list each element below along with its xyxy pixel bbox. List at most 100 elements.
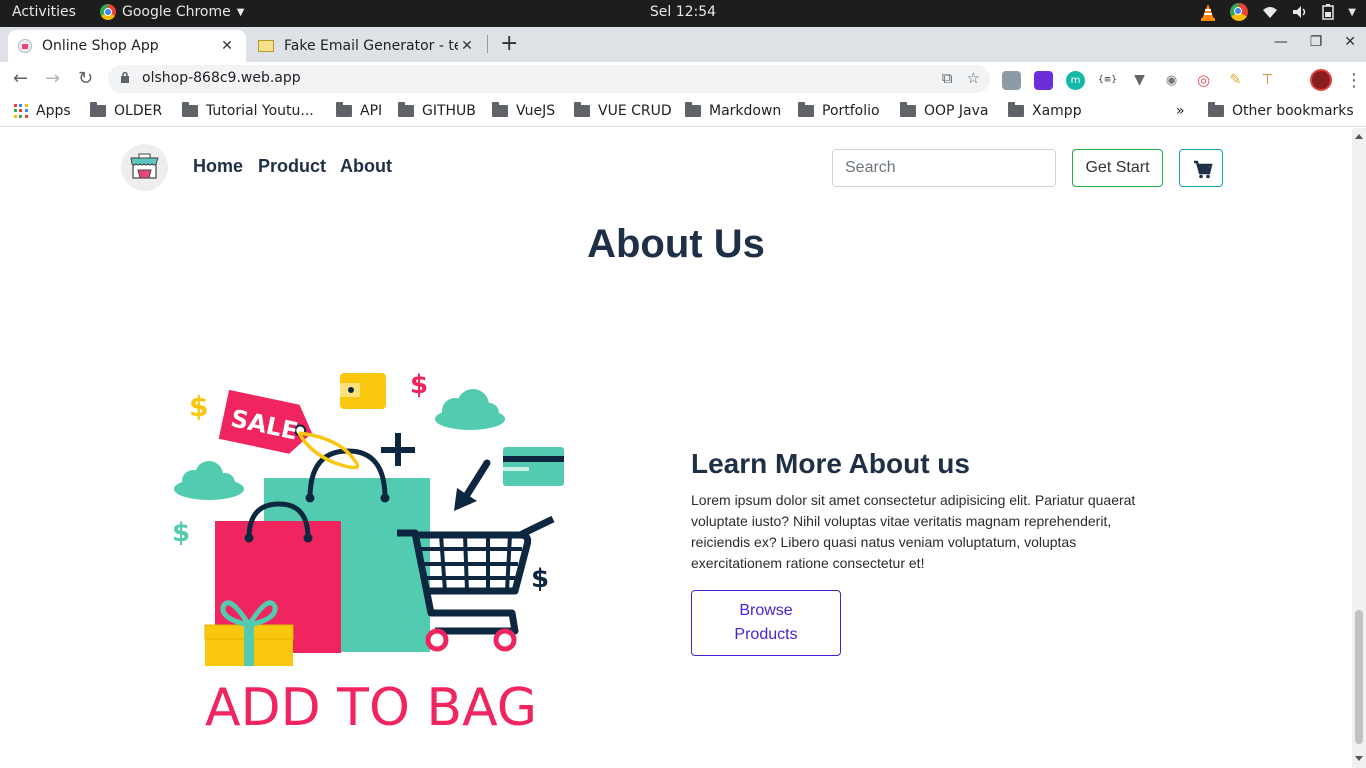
dollar-icon: $	[531, 564, 549, 594]
bookmark-label: OOP Java	[924, 103, 989, 119]
folder-icon	[492, 102, 508, 117]
chrome-menu-icon[interactable]: ⋮	[1345, 70, 1363, 91]
volume-icon[interactable]	[1292, 5, 1308, 19]
folder-icon	[900, 102, 916, 117]
lastpass-icon[interactable]: ◎	[1194, 70, 1213, 90]
shopping-cart-icon	[1194, 160, 1213, 179]
mail-favicon-icon	[258, 40, 274, 52]
tab-fake-email[interactable]: Fake Email Generator - ten ✕	[248, 30, 486, 62]
folder-icon	[798, 102, 814, 117]
close-icon[interactable]: ✕	[458, 38, 476, 54]
bookmark-folder[interactable]: VueJS	[492, 102, 555, 119]
folder-icon	[90, 102, 106, 117]
extension-icon[interactable]	[1002, 70, 1021, 90]
other-bookmarks[interactable]: Other bookmarks	[1208, 102, 1354, 119]
lock-icon[interactable]	[120, 71, 130, 83]
bookmark-folder[interactable]: GITHUB	[398, 102, 476, 119]
window-close-icon[interactable]: ✕	[1344, 34, 1356, 50]
bookmark-folder[interactable]: VUE CRUD	[574, 102, 672, 119]
folder-icon	[574, 102, 590, 117]
close-icon[interactable]: ✕	[218, 38, 236, 54]
browse-products-button[interactable]: Browse Products	[691, 590, 841, 656]
shop-logo[interactable]	[121, 144, 168, 191]
profile-avatar[interactable]	[1310, 69, 1332, 91]
site-navbar: Home Product About Search Get Start	[0, 128, 1352, 208]
translate-icon[interactable]: ⧉	[942, 69, 953, 87]
battery-icon[interactable]	[1322, 4, 1335, 20]
tab-separator	[487, 35, 488, 53]
clock[interactable]: Sel 12:54	[0, 4, 1366, 20]
restore-icon[interactable]: ❐	[1310, 34, 1323, 50]
scrollbar-thumb[interactable]	[1355, 610, 1363, 744]
arrow-icon	[454, 459, 491, 511]
extensions-area: m {≡} ▼ ◉ ◎ ✎ ⊤ ⋮	[1002, 69, 1363, 91]
bookmark-folder[interactable]: Markdown	[685, 102, 781, 119]
bookmark-label: Apps	[36, 103, 71, 119]
browse-products-line2: Products	[734, 626, 798, 643]
cart-button[interactable]	[1179, 149, 1223, 187]
new-tab-button[interactable]: +	[500, 31, 518, 56]
color-picker-icon[interactable]: ✎	[1226, 70, 1245, 90]
scroll-down-arrow-icon[interactable]	[1355, 756, 1363, 761]
bookmark-folder[interactable]: Portfolio	[798, 102, 880, 119]
cloud-icon	[435, 389, 505, 430]
folder-icon	[1008, 102, 1024, 117]
forward-arrow-icon[interactable]: →	[45, 68, 60, 89]
tab-online-shop[interactable]: Online Shop App ✕	[8, 30, 246, 62]
vue-devtools-icon[interactable]: ▼	[1130, 70, 1149, 90]
tab-title: Fake Email Generator - ten	[284, 38, 458, 54]
page-scrollbar[interactable]	[1352, 128, 1366, 768]
tab-strip: Online Shop App ✕ Fake Email Generator -…	[0, 27, 1366, 62]
back-arrow-icon[interactable]: ←	[13, 68, 28, 89]
ruler-icon[interactable]: ⊤	[1258, 70, 1277, 90]
json-formatter-icon[interactable]: {≡}	[1098, 70, 1117, 90]
extension-m-icon[interactable]: m	[1066, 70, 1085, 90]
folder-icon	[398, 102, 414, 117]
system-tray[interactable]: ▼	[1200, 3, 1356, 21]
url-text[interactable]: olshop-868c9.web.app	[142, 70, 301, 86]
bookmark-label: Portfolio	[822, 103, 880, 119]
bookmark-star-icon[interactable]: ☆	[967, 69, 980, 87]
folder-icon	[336, 102, 352, 117]
wifi-icon[interactable]	[1262, 5, 1278, 19]
dollar-icon: $	[189, 390, 208, 423]
dollar-icon: $	[172, 518, 190, 548]
extension-cube-icon[interactable]	[1034, 70, 1053, 90]
chrome-tray-icon[interactable]	[1230, 3, 1249, 21]
system-menu-chevron-icon[interactable]: ▼	[1348, 7, 1356, 18]
wallet-icon	[340, 373, 386, 409]
bookmark-folder[interactable]: Xampp	[1008, 102, 1082, 119]
shop-favicon-icon	[18, 39, 32, 53]
scroll-up-arrow-icon[interactable]	[1355, 134, 1363, 139]
section-body-text: Lorem ipsum dolor sit amet consectetur a…	[691, 492, 1136, 571]
bookmark-label: OLDER	[114, 103, 163, 119]
cart-wheel	[493, 628, 517, 652]
nav-product-link[interactable]: Product	[258, 156, 326, 177]
page-title: About Us	[587, 222, 765, 266]
reload-icon[interactable]: ↻	[78, 68, 93, 89]
apps-grid-icon	[14, 104, 28, 118]
camera-icon[interactable]: ◉	[1162, 70, 1181, 90]
bookmarks-bar: Apps OLDER Tutorial Youtu... API GITHUB …	[0, 96, 1366, 127]
bookmark-folder[interactable]: API	[336, 102, 383, 119]
address-bar[interactable]: olshop-868c9.web.app ⧉ ☆	[108, 65, 990, 93]
nav-home-link[interactable]: Home	[193, 156, 243, 177]
folder-icon	[182, 102, 198, 117]
nav-about-link[interactable]: About	[340, 156, 392, 177]
section-heading: Learn More About us	[691, 448, 970, 479]
minimize-icon[interactable]: —	[1274, 34, 1288, 50]
vlc-icon[interactable]	[1200, 3, 1216, 21]
bookmark-folder[interactable]: Tutorial Youtu...	[182, 102, 314, 119]
search-input[interactable]: Search	[832, 149, 1056, 187]
bookmarks-overflow-button[interactable]: »	[1176, 103, 1185, 119]
illustration-caption: ADD TO BAG	[205, 678, 537, 738]
bookmark-folder[interactable]: OOP Java	[900, 102, 989, 119]
window-controls: — ❐ ✕	[1274, 34, 1356, 50]
bookmark-apps[interactable]: Apps	[14, 103, 71, 119]
dollar-icon: $	[410, 370, 428, 400]
bookmark-label: API	[360, 103, 383, 119]
browse-products-line1: Browse	[739, 602, 793, 619]
bookmark-folder[interactable]: OLDER	[90, 102, 163, 119]
get-start-button[interactable]: Get Start	[1072, 149, 1163, 187]
cloud-icon	[174, 461, 244, 500]
